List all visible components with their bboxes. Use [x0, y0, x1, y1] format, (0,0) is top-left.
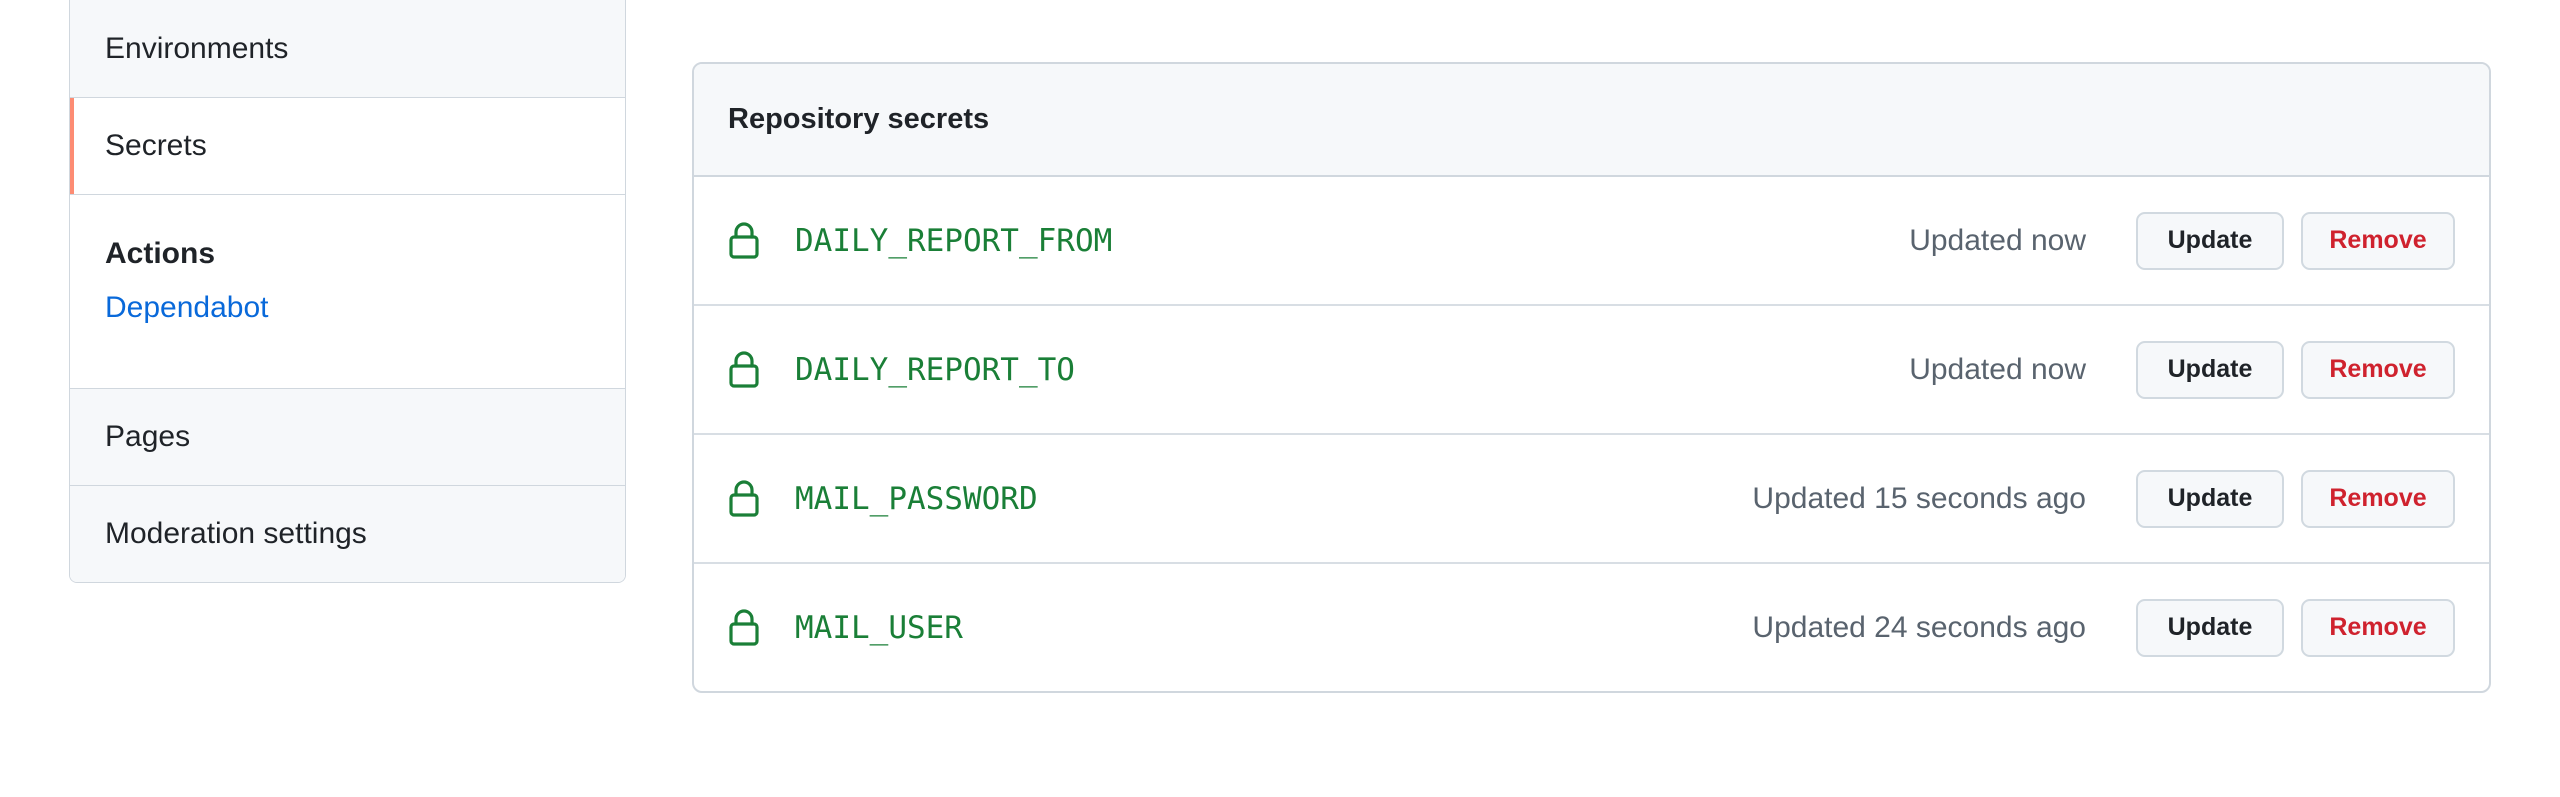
remove-button[interactable]: Remove — [2301, 211, 2455, 270]
lock-icon — [729, 221, 759, 259]
repository-secrets-box: Repository secrets DAILY_REPORT_FROM Upd… — [692, 62, 2491, 693]
updated-time: Updated now — [1909, 223, 2086, 257]
secret-name: DAILY_REPORT_FROM — [795, 222, 1113, 259]
update-button[interactable]: Update — [2136, 211, 2284, 270]
box-header: Repository secrets — [694, 64, 2489, 177]
secret-row: MAIL_USER Updated 24 seconds ago Update … — [694, 562, 2489, 691]
update-button[interactable]: Update — [2136, 469, 2284, 528]
lock-icon — [729, 479, 759, 517]
sidebar-group-heading: Actions — [105, 237, 216, 270]
lock-icon — [729, 608, 759, 646]
sidebar-item-pages[interactable]: Pages — [70, 388, 625, 485]
remove-button[interactable]: Remove — [2301, 340, 2455, 399]
remove-button[interactable]: Remove — [2301, 598, 2455, 657]
secret-name: MAIL_PASSWORD — [795, 480, 1038, 517]
secret-name: MAIL_USER — [795, 609, 963, 646]
update-button[interactable]: Update — [2136, 598, 2284, 657]
updated-time: Updated now — [1909, 352, 2086, 386]
sidebar-item-label: Secrets — [105, 129, 207, 162]
box-title: Repository secrets — [728, 103, 990, 135]
sidebar-item-label: Environments — [105, 31, 289, 65]
secret-row: MAIL_PASSWORD Updated 15 seconds ago Upd… — [694, 433, 2489, 562]
settings-sidebar: Environments Secrets Actions Dependabot … — [69, 0, 626, 583]
sidebar-group-actions: Actions Dependabot — [70, 194, 625, 388]
sidebar-item-environments[interactable]: Environments — [70, 0, 625, 97]
updated-time: Updated 15 seconds ago — [1752, 481, 2086, 515]
secret-row: DAILY_REPORT_FROM Updated now Update Rem… — [694, 177, 2489, 304]
remove-button[interactable]: Remove — [2301, 469, 2455, 528]
sidebar-item-label: Pages — [105, 420, 191, 453]
secret-name: DAILY_REPORT_TO — [795, 351, 1075, 388]
sidebar-item-moderation-settings[interactable]: Moderation settings — [70, 485, 625, 582]
sidebar-item-label: Moderation settings — [105, 517, 367, 550]
sidebar-item-secrets[interactable]: Secrets — [70, 97, 625, 194]
lock-icon — [729, 350, 759, 388]
update-button[interactable]: Update — [2136, 340, 2284, 399]
sidebar-link-dependabot[interactable]: Dependabot — [105, 291, 268, 325]
secret-row: DAILY_REPORT_TO Updated now Update Remov… — [694, 304, 2489, 433]
updated-time: Updated 24 seconds ago — [1752, 610, 2086, 644]
